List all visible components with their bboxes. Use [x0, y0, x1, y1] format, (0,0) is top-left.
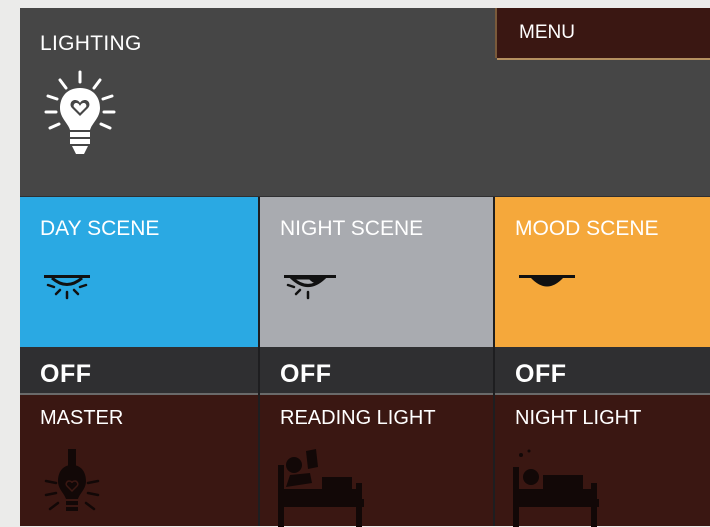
- menu-label: MENU: [519, 22, 575, 43]
- light-label: READING LIGHT: [280, 407, 436, 429]
- state-row: OFF OFF OFF: [20, 347, 710, 395]
- scene-label: MOOD SCENE: [515, 217, 659, 240]
- night-scene-button[interactable]: NIGHT SCENE: [260, 197, 493, 347]
- ceiling-light-off-icon: [519, 275, 575, 287]
- light-label: MASTER: [40, 407, 124, 429]
- day-scene-button[interactable]: DAY SCENE: [20, 197, 258, 347]
- lighting-panel: LIGHTING MENU DAY SCENE NIGHT SCENE MOOD…: [20, 8, 710, 527]
- master-state: OFF: [20, 347, 258, 395]
- state-label: OFF: [280, 360, 332, 388]
- sleeping-in-bed-icon: [513, 449, 599, 527]
- reading-light-button[interactable]: READING LIGHT: [260, 395, 493, 527]
- page-title: LIGHTING: [40, 32, 142, 55]
- master-light-button[interactable]: MASTER: [20, 395, 258, 526]
- menu-button[interactable]: MENU: [495, 8, 710, 60]
- lightbulb-heart-icon: [44, 70, 116, 154]
- state-label: OFF: [40, 360, 92, 388]
- light-label: NIGHT LIGHT: [515, 407, 642, 429]
- reading-in-bed-icon: [278, 449, 364, 527]
- mood-scene-button[interactable]: MOOD SCENE: [495, 197, 710, 347]
- column-divider: [258, 197, 260, 526]
- scene-label: DAY SCENE: [40, 217, 160, 240]
- reading-light-state: OFF: [260, 347, 493, 395]
- scene-label: NIGHT SCENE: [280, 217, 424, 240]
- night-light-button[interactable]: NIGHT LIGHT: [495, 395, 710, 527]
- column-divider: [493, 197, 495, 526]
- ceiling-light-half-icon: [284, 275, 336, 300]
- lighting-header: LIGHTING MENU: [20, 8, 710, 196]
- night-light-state: OFF: [495, 347, 710, 395]
- ceiling-light-on-icon: [44, 275, 90, 300]
- master-bulb-icon: [44, 449, 100, 511]
- state-label: OFF: [515, 360, 567, 388]
